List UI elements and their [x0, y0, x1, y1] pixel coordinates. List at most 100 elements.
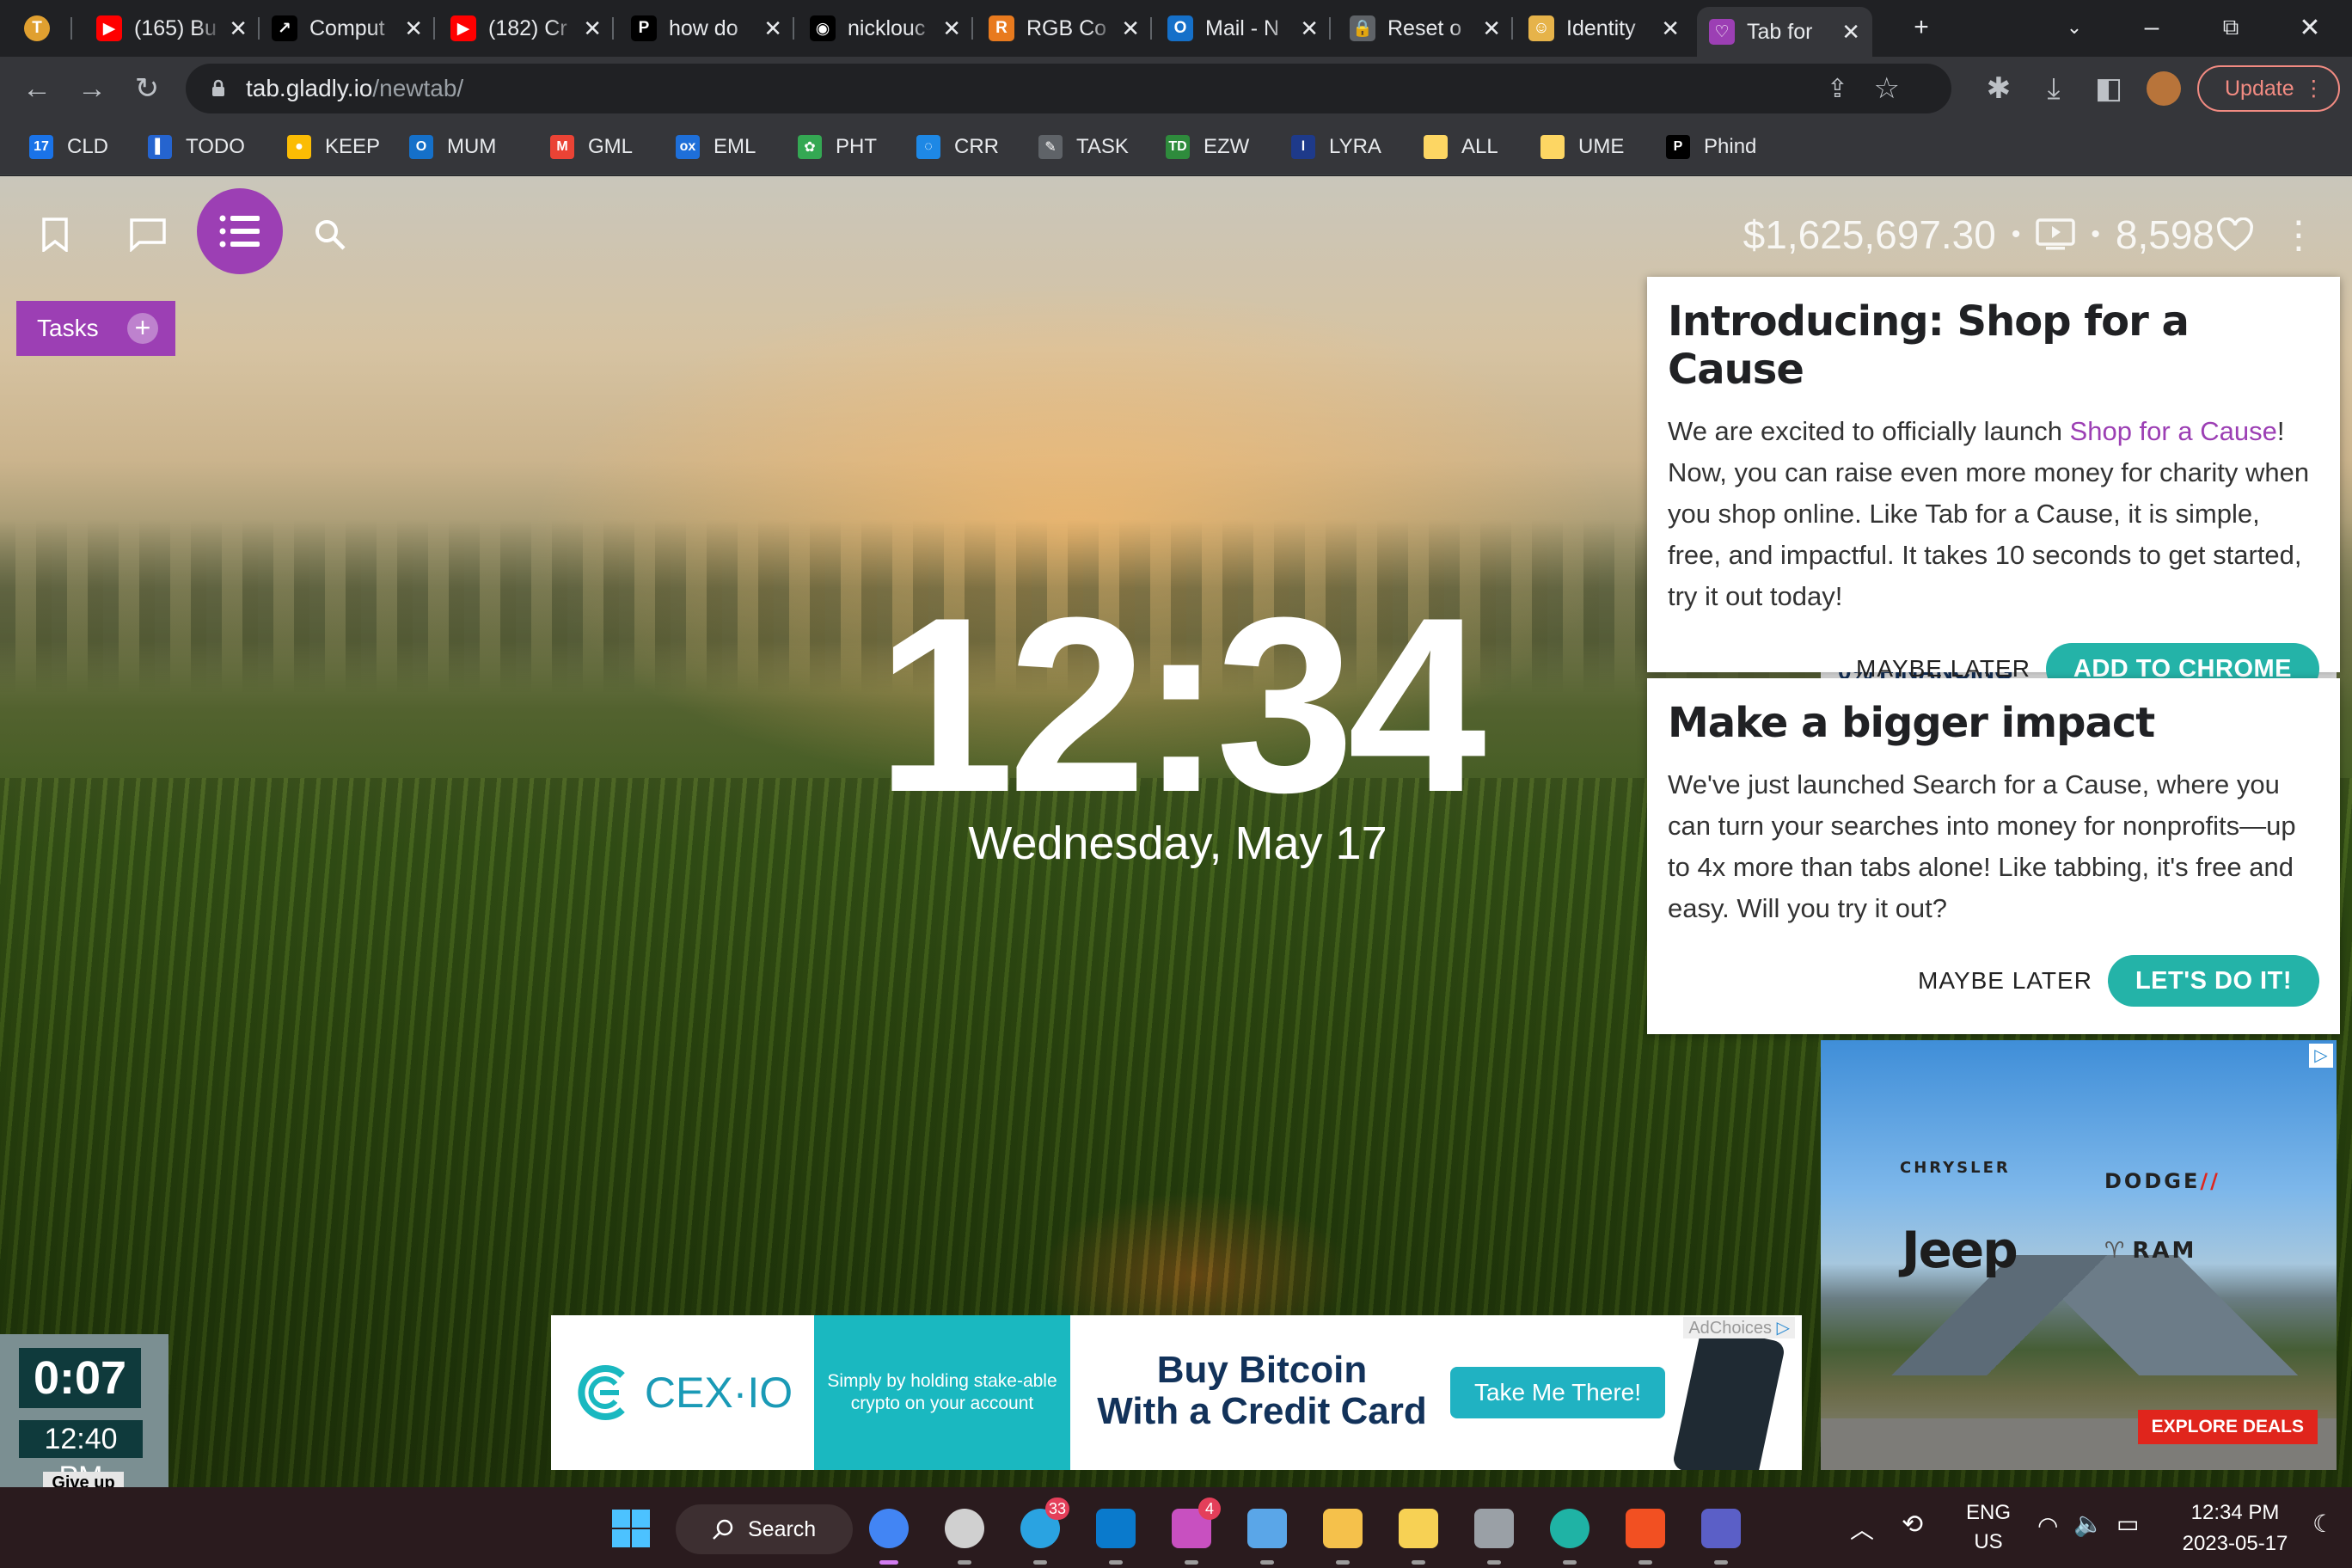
- volume-icon[interactable]: 🔈: [2073, 1510, 2104, 1538]
- give-up-button[interactable]: Give up: [43, 1472, 124, 1487]
- bookmark-label: LYRA: [1329, 135, 1381, 158]
- vscode-taskbar-button[interactable]: [1092, 1504, 1140, 1565]
- bookmark-pht[interactable]: ✿ PHT: [798, 132, 877, 162]
- store-taskbar-button[interactable]: [1621, 1504, 1669, 1565]
- address-bar[interactable]: tab.gladly.io/newtab/ ⇪ ☆: [186, 64, 1951, 113]
- tab-search-button[interactable]: ⌄: [2044, 7, 2104, 48]
- bookmark-icon[interactable]: [29, 209, 81, 260]
- system-clock[interactable]: 12:34 PM 2023-05-17: [2166, 1501, 2304, 1556]
- new-tab-button[interactable]: +: [1891, 7, 1951, 48]
- adchoices-text: AdChoices: [1688, 1319, 1773, 1338]
- add-task-icon[interactable]: +: [127, 313, 158, 344]
- clock-taskbar-button[interactable]: [940, 1504, 989, 1565]
- close-window-button[interactable]: ✕: [2280, 7, 2340, 48]
- notepad-taskbar-button[interactable]: [1243, 1504, 1291, 1565]
- lets-do-it-button[interactable]: LET'S DO IT!: [2107, 955, 2319, 1007]
- running-indicator: [1336, 1560, 1350, 1565]
- show-hidden-icons-icon[interactable]: ︿: [1850, 1511, 1874, 1546]
- hearts-count[interactable]: 8,598: [2116, 211, 2214, 258]
- wifi-icon[interactable]: ◠: [2037, 1511, 2058, 1540]
- car-brands-ad[interactable]: CHRYSLER DODGE// Jeep ♈ RAM EXPLORE DEALS…: [1821, 1040, 2337, 1470]
- browser-tab[interactable]: 🔒 Reset o ✕: [1338, 7, 1513, 50]
- bookmark-gml[interactable]: M GML: [550, 132, 633, 162]
- bookmark-cld[interactable]: 17 CLD: [29, 132, 108, 162]
- reload-button[interactable]: ↻: [127, 69, 167, 108]
- forward-button[interactable]: →: [72, 69, 112, 108]
- restore-button[interactable]: ⧉: [2201, 7, 2261, 48]
- telegram-taskbar-button[interactable]: 33: [1016, 1498, 1069, 1565]
- bookmark-star-icon[interactable]: ☆: [1874, 71, 1900, 106]
- bookmark-eml[interactable]: ox EML: [676, 132, 756, 162]
- adchoices-label[interactable]: AdChoices ▷: [1683, 1317, 1795, 1338]
- file-explorer-taskbar-button[interactable]: [1319, 1504, 1367, 1565]
- chrome-taskbar-button[interactable]: [865, 1504, 913, 1565]
- bookmark-ezw[interactable]: TD EZW: [1166, 132, 1249, 162]
- widgets-menu-button[interactable]: [197, 188, 283, 274]
- close-tab-icon[interactable]: ✕: [1300, 15, 1319, 42]
- bookmark-todo[interactable]: ▌ TODO: [148, 132, 245, 162]
- close-tab-icon[interactable]: ✕: [942, 15, 961, 42]
- more-options-icon[interactable]: ⋮: [2280, 213, 2318, 257]
- sync-icon[interactable]: ⟲: [1902, 1510, 1923, 1540]
- taskbar-search[interactable]: Search: [676, 1504, 853, 1554]
- close-tab-icon[interactable]: ✕: [229, 15, 248, 42]
- browser-tab[interactable]: ▶ (165) Bu ✕: [84, 7, 260, 50]
- profile-avatar[interactable]: [2144, 69, 2184, 108]
- edge-taskbar-button[interactable]: [1546, 1504, 1594, 1565]
- extensions-icon[interactable]: ✱: [1979, 69, 2018, 108]
- ad-info-icon[interactable]: ▷: [2309, 1044, 2333, 1068]
- side-panel-icon[interactable]: ◧: [2089, 69, 2128, 108]
- windows-start-taskbar-button[interactable]: [607, 1504, 655, 1553]
- share-icon[interactable]: ⇪: [1827, 74, 1848, 104]
- close-tab-icon[interactable]: ✕: [404, 15, 423, 42]
- close-tab-icon[interactable]: ✕: [1661, 15, 1680, 42]
- bookmark-all[interactable]: ALL: [1424, 132, 1498, 162]
- battery-icon[interactable]: ▭: [2116, 1510, 2139, 1538]
- video-ad-icon[interactable]: [2036, 218, 2076, 251]
- bookmark-keep[interactable]: ● KEEP: [287, 132, 380, 162]
- cexio-ad[interactable]: CEX·IO Simply by holding stake-able cryp…: [551, 1315, 1802, 1470]
- browser-tab[interactable]: O Mail - N ✕: [1155, 7, 1331, 50]
- minimize-button[interactable]: –: [2122, 7, 2182, 48]
- take-me-there-button[interactable]: Take Me There!: [1450, 1367, 1665, 1418]
- bookmark-phind[interactable]: P Phind: [1666, 132, 1756, 162]
- tasks-button[interactable]: Tasks +: [16, 301, 175, 356]
- browser-tab[interactable]: ☺ Identity ✕: [1516, 7, 1692, 50]
- notifications-icon[interactable]: ☾: [2312, 1510, 2334, 1538]
- money-raised[interactable]: $1,625,697.30: [1743, 211, 1996, 258]
- pinned-tab[interactable]: T: [12, 7, 72, 50]
- close-tab-icon[interactable]: ✕: [1121, 15, 1140, 42]
- browser-tab[interactable]: ◉ nicklouc ✕: [798, 7, 973, 50]
- bookmark-task[interactable]: ✎ TASK: [1038, 132, 1129, 162]
- bookmark-mum[interactable]: O MUM: [409, 132, 496, 162]
- bookmark-lyra[interactable]: l LYRA: [1291, 132, 1381, 162]
- browser-tab[interactable]: ↗ Comput ✕: [260, 7, 435, 50]
- bookmark-label: Phind: [1704, 135, 1757, 158]
- teams-taskbar-button[interactable]: [1697, 1504, 1745, 1565]
- close-tab-icon[interactable]: ✕: [763, 15, 782, 42]
- copilot-taskbar-button[interactable]: 4: [1167, 1498, 1221, 1565]
- bookmark-crr[interactable]: ◌ CRR: [916, 132, 999, 162]
- update-button[interactable]: Update ⋮: [2197, 65, 2340, 112]
- close-tab-icon[interactable]: ✕: [1482, 15, 1501, 42]
- close-tab-icon[interactable]: ✕: [1841, 19, 1860, 46]
- downloads-icon[interactable]: ⤓: [2034, 69, 2073, 108]
- sticky-notes-taskbar-button[interactable]: [1394, 1504, 1442, 1565]
- bookmark-ume[interactable]: UME: [1540, 132, 1624, 162]
- settings-taskbar-button[interactable]: [1470, 1504, 1518, 1565]
- browser-tab[interactable]: Phow do ✕: [619, 7, 794, 50]
- explore-deals-button[interactable]: EXPLORE DEALS: [2137, 1410, 2318, 1444]
- browser-tab[interactable]: R RGB Co ✕: [977, 7, 1152, 50]
- back-button[interactable]: ←: [17, 69, 57, 108]
- shop-for-a-cause-link[interactable]: Shop for a Cause: [2070, 416, 2277, 446]
- heart-icon[interactable]: [2216, 217, 2254, 252]
- chat-icon[interactable]: [122, 209, 174, 260]
- lock-icon[interactable]: [208, 78, 229, 99]
- browser-tab[interactable]: ♡ Tab for ✕: [1697, 7, 1872, 57]
- separator-dot: •: [2011, 220, 2021, 248]
- browser-tab[interactable]: ▶ (182) Cr ✕: [438, 7, 614, 50]
- search-icon[interactable]: [304, 209, 356, 260]
- maybe-later-button[interactable]: MAYBE LATER: [1918, 967, 2092, 995]
- close-tab-icon[interactable]: ✕: [583, 15, 602, 42]
- language-indicator[interactable]: ENG US: [1960, 1501, 2017, 1554]
